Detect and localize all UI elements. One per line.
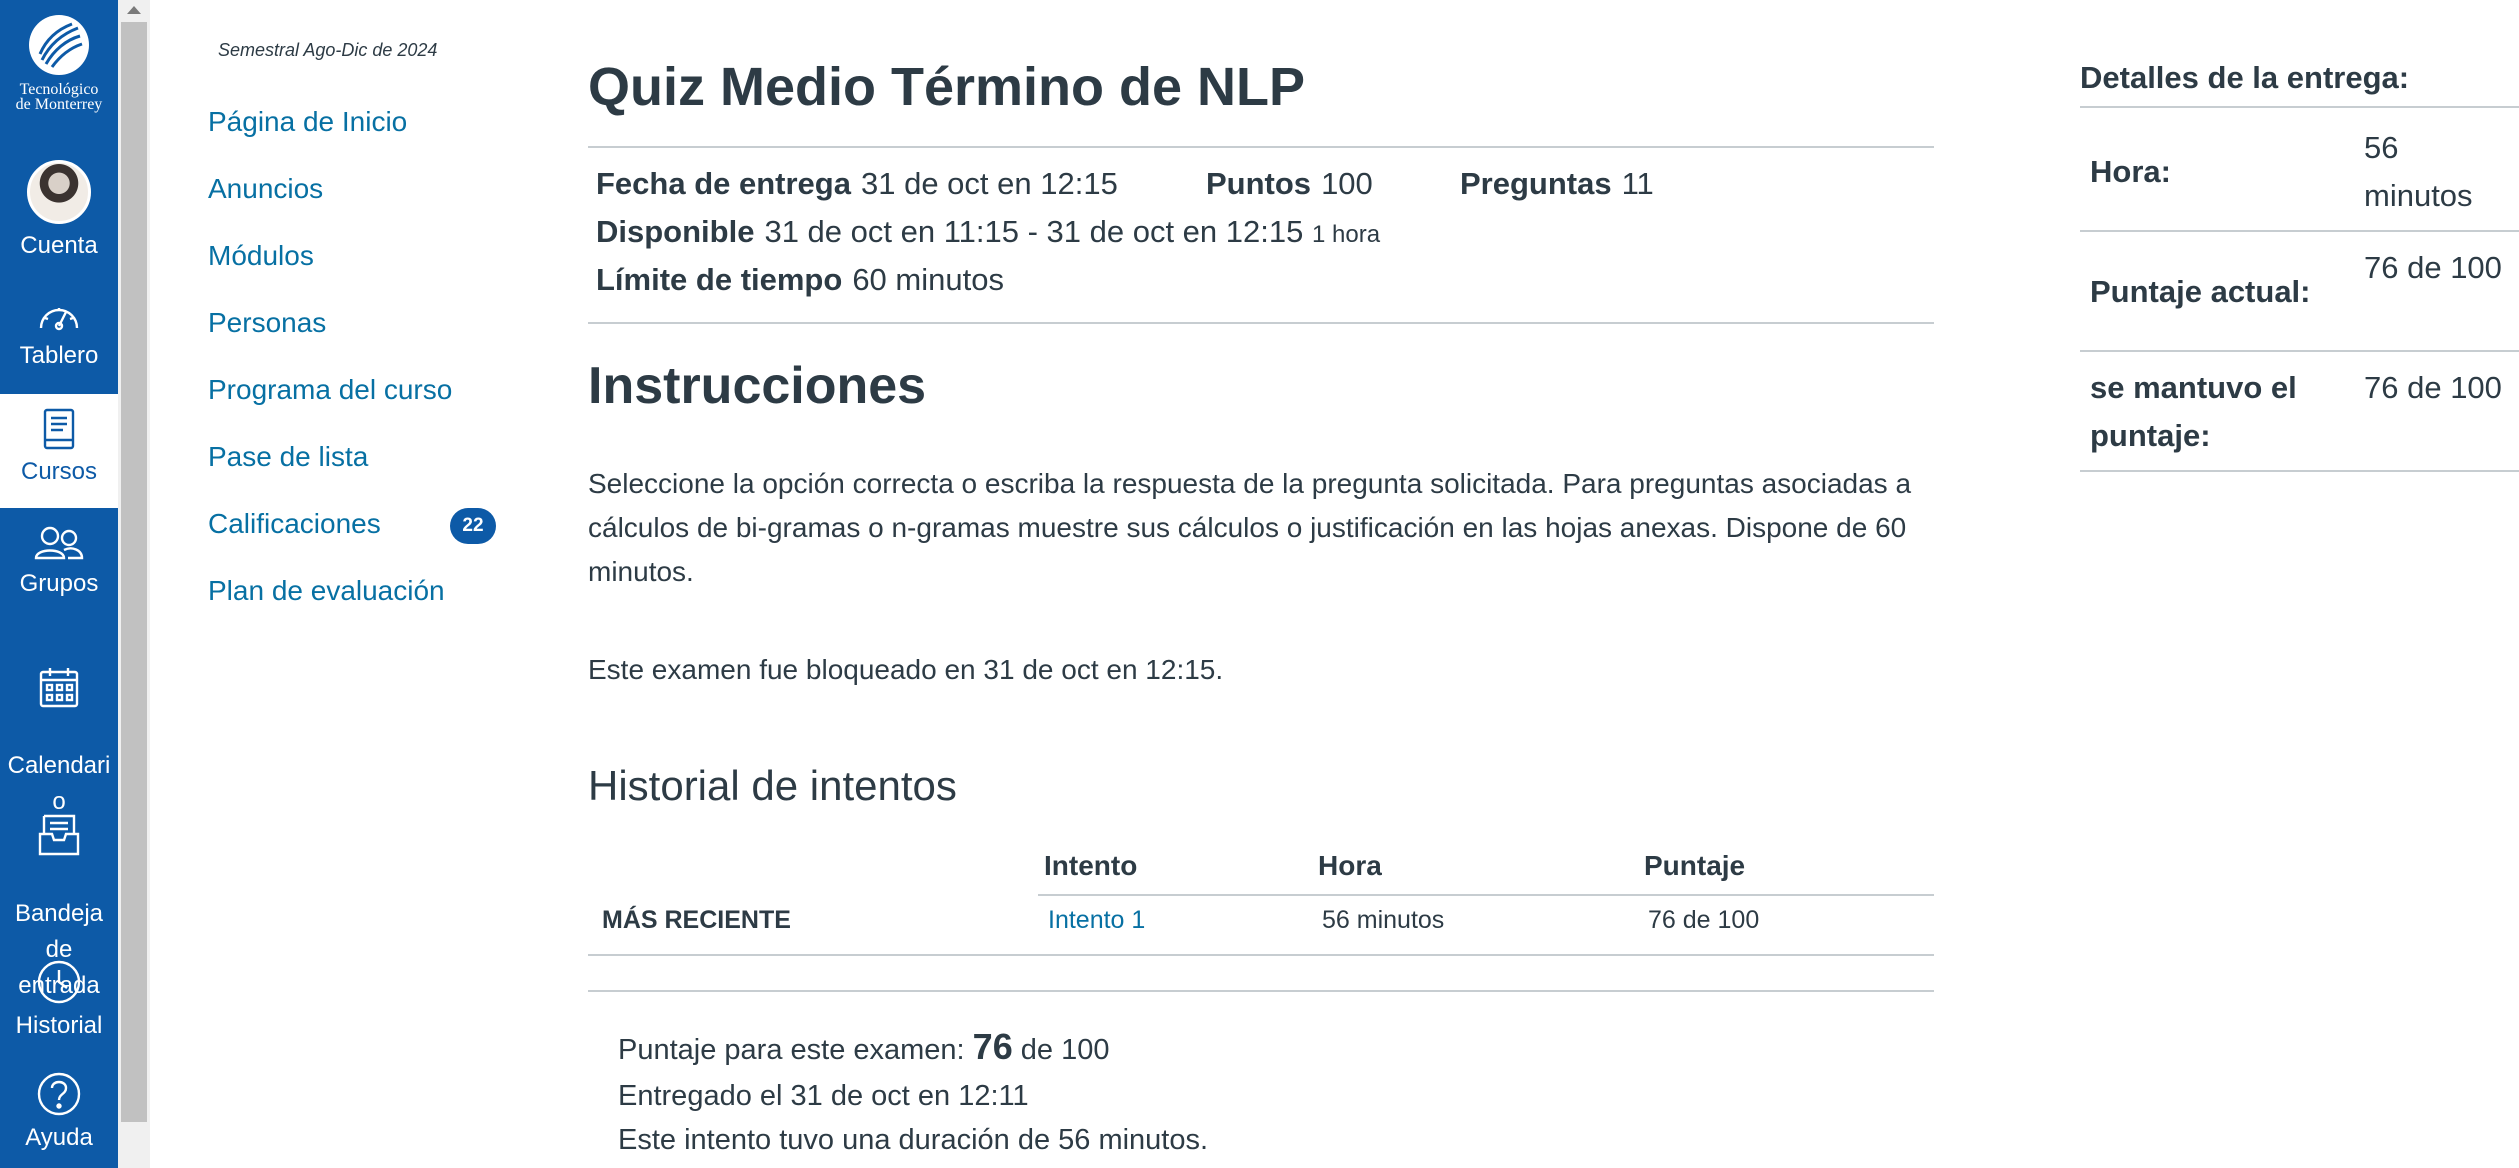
- attempt-time: 56 minutos: [1322, 906, 1445, 934]
- attempt-score: 76 de 100: [1648, 906, 1760, 934]
- inbox-icon: [38, 814, 80, 856]
- nav-history[interactable]: Historial: [0, 958, 118, 1044]
- questions-value: 11: [1621, 166, 1654, 201]
- calendar-icon: [39, 668, 79, 708]
- logo-line-2: de Monterrey: [15, 96, 103, 113]
- nav-help-label: Ayuda: [25, 1124, 93, 1151]
- course-link-grades[interactable]: Calificaciones: [208, 508, 381, 540]
- available-value: 31 de oct en 11:15 - 31 de oct en 12:15: [764, 214, 1304, 249]
- grades-count-badge: 22: [450, 508, 496, 544]
- course-navigation: Semestral Ago-Dic de 2024 Página de Inic…: [150, 0, 570, 1168]
- course-link-people[interactable]: Personas: [208, 307, 326, 339]
- score-suffix: de 100: [1012, 1034, 1110, 1066]
- table-row-divider: [588, 954, 1934, 956]
- scroll-up-arrow-icon[interactable]: [127, 6, 141, 14]
- nav-groups-label: Grupos: [19, 570, 99, 597]
- help-icon: [37, 1072, 81, 1116]
- score-prefix: Puntaje para este examen:: [618, 1034, 973, 1066]
- available-label: Disponible: [596, 214, 755, 249]
- questions-label: Preguntas: [1460, 166, 1612, 201]
- nav-help[interactable]: Ayuda: [0, 1070, 118, 1156]
- course-link-syllabus[interactable]: Programa del curso: [208, 374, 452, 406]
- table-header-divider: [1038, 894, 1934, 896]
- logo-line-1: Tecnológico: [19, 81, 99, 98]
- attempt-1-link[interactable]: Intento 1: [1048, 906, 1145, 935]
- column-header-time: Hora: [1318, 850, 1382, 881]
- detail-value-current-score: 76 de 100: [2364, 250, 2502, 285]
- scroll-thumb[interactable]: [121, 22, 147, 1122]
- course-link-home[interactable]: Página de Inicio: [208, 106, 407, 138]
- time-limit-label: Límite de tiempo: [596, 262, 843, 297]
- nav-account-label: Cuenta: [20, 232, 98, 259]
- divider: [2080, 106, 2519, 108]
- column-header-score: Puntaje: [1644, 850, 1746, 881]
- detail-label-current-score: Puntaje actual:: [2090, 274, 2311, 309]
- tec-logo[interactable]: Tecnológico de Monterrey: [0, 14, 118, 113]
- nav-courses-label: Cursos: [20, 458, 98, 485]
- submitted-text: Entregado el 31 de oct en 12:11: [618, 1080, 1029, 1112]
- divider: [588, 990, 1934, 992]
- history-icon: [37, 960, 81, 1004]
- detail-label-kept-score: se mantuvo el puntaje:: [2090, 370, 2297, 453]
- availability: Disponible 31 de oct en 11:15 - 31 de oct…: [596, 214, 1380, 250]
- instructions-text: Seleccione la opción correcta o escriba …: [588, 468, 1912, 587]
- course-link-modules[interactable]: Módulos: [208, 240, 314, 272]
- dashboard-icon: [39, 308, 79, 331]
- groups-icon: [34, 526, 84, 560]
- course-nav-scrollbar[interactable]: [118, 0, 150, 1168]
- nav-groups[interactable]: Grupos: [0, 524, 118, 602]
- courses-icon: [43, 408, 75, 450]
- divider: [588, 146, 1934, 148]
- avatar: [27, 160, 91, 224]
- nav-dashboard[interactable]: Tablero: [0, 296, 118, 374]
- available-duration: 1 hora: [1311, 221, 1381, 248]
- questions: Preguntas 11: [1460, 166, 1654, 202]
- locked-notice: Este examen fue bloqueado en 31 de oct e…: [588, 654, 1224, 685]
- nav-history-label: Historial: [15, 1012, 103, 1039]
- points-label: Puntos: [1206, 166, 1312, 201]
- global-navigation: Tecnológico de Monterrey Cuenta Tablero …: [0, 0, 118, 1168]
- column-header-attempt: Intento: [1044, 850, 1138, 881]
- course-link-attendance[interactable]: Pase de lista: [208, 441, 368, 473]
- details-title: Detalles de la entrega:: [2080, 60, 2410, 95]
- divider: [588, 322, 1934, 324]
- score-summary: Puntaje para este examen: 76 de 100: [618, 1026, 1109, 1068]
- divider: [2080, 350, 2519, 352]
- nav-account[interactable]: Cuenta: [0, 160, 118, 270]
- detail-value-time: 56 minutos: [2364, 130, 2473, 213]
- attempt-history-heading: Historial de intentos: [588, 762, 957, 809]
- duration-text: Este intento tuvo una duración de 56 min…: [618, 1124, 1209, 1156]
- points-value: 100: [1321, 166, 1373, 201]
- due-date: Fecha de entrega 31 de oct en 12:15: [596, 166, 1118, 202]
- divider: [2080, 230, 2519, 232]
- page-title: Quiz Medio Término de NLP: [588, 57, 1306, 117]
- due-value: 31 de oct en 12:15: [860, 166, 1118, 201]
- course-link-evaluation-plan[interactable]: Plan de evaluación: [208, 575, 445, 607]
- detail-label-time: Hora:: [2090, 154, 2171, 189]
- detail-value-kept-score: 76 de 100: [2364, 370, 2502, 405]
- nav-courses[interactable]: Cursos: [0, 394, 118, 508]
- points: Puntos 100: [1206, 166, 1373, 202]
- time-limit-value: 60 minutos: [852, 262, 1004, 297]
- quiz-content: Quiz Medio Término de NLP Fecha de entre…: [588, 0, 1948, 1168]
- time-limit: Límite de tiempo 60 minutos: [596, 262, 1004, 298]
- term-label: Semestral Ago-Dic de 2024: [218, 40, 438, 60]
- latest-tag: MÁS RECIENTE: [602, 906, 791, 934]
- nav-dashboard-label: Tablero: [19, 342, 99, 369]
- tec-logo-icon: [29, 15, 89, 75]
- instructions-heading: Instrucciones: [588, 357, 927, 415]
- submission-details: Detalles de la entrega: Hora: 56 minutos…: [2080, 0, 2519, 1168]
- due-label: Fecha de entrega: [596, 166, 851, 201]
- score-value: 76: [972, 1026, 1013, 1067]
- divider: [2080, 470, 2519, 472]
- course-link-announcements[interactable]: Anuncios: [208, 173, 323, 205]
